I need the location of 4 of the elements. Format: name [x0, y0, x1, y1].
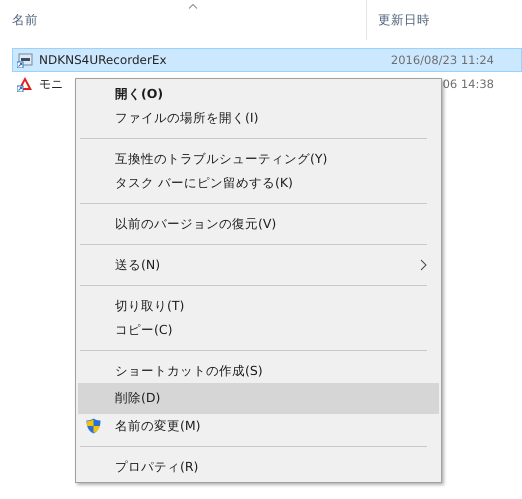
- modified-date: 06 14:38: [442, 77, 494, 91]
- file-name: NDKNS4URecorderEx: [39, 53, 167, 67]
- modified-date: 2016/08/23 11:24: [390, 53, 494, 67]
- file-name: モニ: [39, 76, 63, 92]
